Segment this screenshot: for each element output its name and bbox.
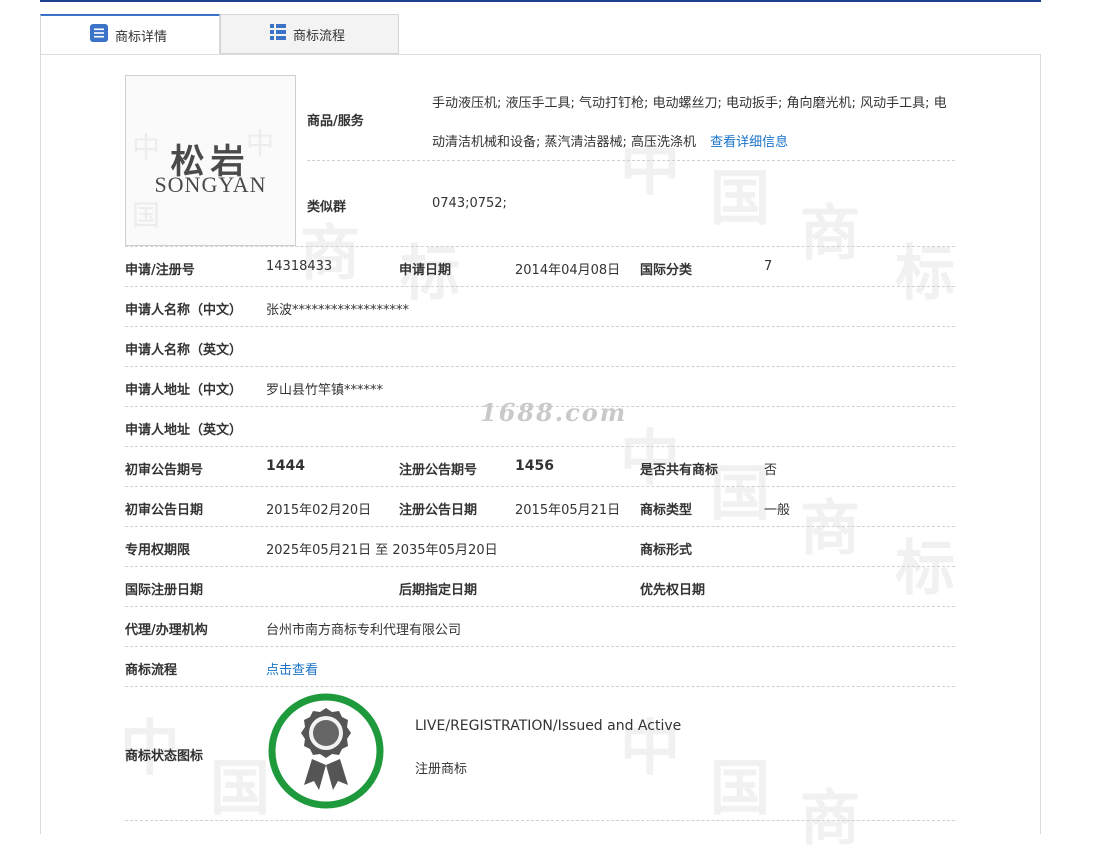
- goods-text: 手动液压机; 液压手工具; 气动打钉枪; 电动螺丝刀; 电动扳手; 角向磨光机;…: [432, 96, 947, 150]
- agent-label: 代理/办理机构: [125, 623, 208, 638]
- divider: [125, 686, 955, 687]
- apply-date-label: 申请日期: [399, 263, 452, 278]
- prelim-no-value: 1444: [266, 458, 305, 474]
- registered-badge-icon: [268, 693, 384, 809]
- term-value: 2025年05月21日 至 2035年05月20日: [266, 543, 498, 558]
- divider: [125, 486, 955, 487]
- tm-type-label: 商标类型: [640, 503, 693, 518]
- divider: [125, 526, 955, 527]
- divider: [125, 406, 955, 407]
- intl-class-label: 国际分类: [640, 263, 693, 278]
- prelim-date-label: 初审公告日期: [125, 503, 204, 518]
- prelim-date-value: 2015年02月20日: [266, 503, 372, 518]
- divider: [125, 646, 955, 647]
- divider: [125, 606, 955, 607]
- priority-date-label: 优先权日期: [640, 583, 706, 598]
- reg-pub-date-label: 注册公告日期: [399, 503, 478, 518]
- tm-type-value: 一般: [764, 503, 791, 518]
- reg-pub-no-value: 1456: [515, 458, 554, 474]
- divider: [125, 446, 955, 447]
- term-label: 专用权期限: [125, 543, 191, 558]
- goods-label: 商品/服务: [307, 114, 364, 129]
- similar-group-value: 0743;0752;: [432, 196, 507, 211]
- goods-value: 手动液压机; 液压手工具; 气动打钉枪; 电动螺丝刀; 电动扳手; 角向磨光机;…: [432, 84, 952, 162]
- address-en-label: 申请人地址（英文）: [125, 423, 243, 438]
- shared-value: 否: [764, 463, 778, 478]
- reg-pub-no-label: 注册公告期号: [399, 463, 478, 478]
- intl-reg-date-label: 国际注册日期: [125, 583, 204, 598]
- divider: [125, 246, 955, 247]
- divider: [125, 366, 955, 367]
- divider: [307, 160, 955, 161]
- agent-value: 台州市南方商标专利代理有限公司: [266, 623, 462, 638]
- divider: [125, 286, 955, 287]
- status-label: 商标状态图标: [125, 749, 204, 764]
- address-cn-label: 申请人地址（中文）: [125, 383, 243, 398]
- applicant-cn-label: 申请人名称（中文）: [125, 303, 243, 318]
- address-cn-value: 罗山县竹竿镇******: [266, 383, 384, 398]
- reg-no-label: 申请/注册号: [125, 263, 195, 278]
- process-label: 商标流程: [125, 663, 178, 678]
- apply-date-value: 2014年04月08日: [515, 263, 621, 278]
- divider: [125, 820, 955, 821]
- reg-pub-date-value: 2015年05月21日: [515, 503, 621, 518]
- reg-no-value: 14318433: [266, 259, 333, 274]
- intl-class-value: 7: [764, 259, 773, 274]
- applicant-cn-value: 张波******************: [266, 303, 410, 318]
- later-date-label: 后期指定日期: [399, 583, 478, 598]
- trademark-logo-image: 中 中 国 松岩 SONGYAN: [125, 75, 296, 246]
- view-process-link[interactable]: 点击查看: [266, 659, 318, 678]
- similar-group-label: 类似群: [307, 200, 347, 215]
- divider: [125, 566, 955, 567]
- status-text-en: LIVE/REGISTRATION/Issued and Active: [415, 718, 682, 734]
- tm-form-label: 商标形式: [640, 543, 693, 558]
- divider: [125, 326, 955, 327]
- logo-stamp-glyph: 国: [132, 199, 161, 232]
- shared-label: 是否共有商标: [640, 463, 719, 478]
- logo-text-en: SONGYAN: [154, 172, 267, 197]
- view-details-link[interactable]: 查看详细信息: [710, 135, 788, 150]
- prelim-no-label: 初审公告期号: [125, 463, 204, 478]
- applicant-en-label: 申请人名称（英文）: [125, 343, 243, 358]
- status-text-cn: 注册商标: [415, 762, 468, 777]
